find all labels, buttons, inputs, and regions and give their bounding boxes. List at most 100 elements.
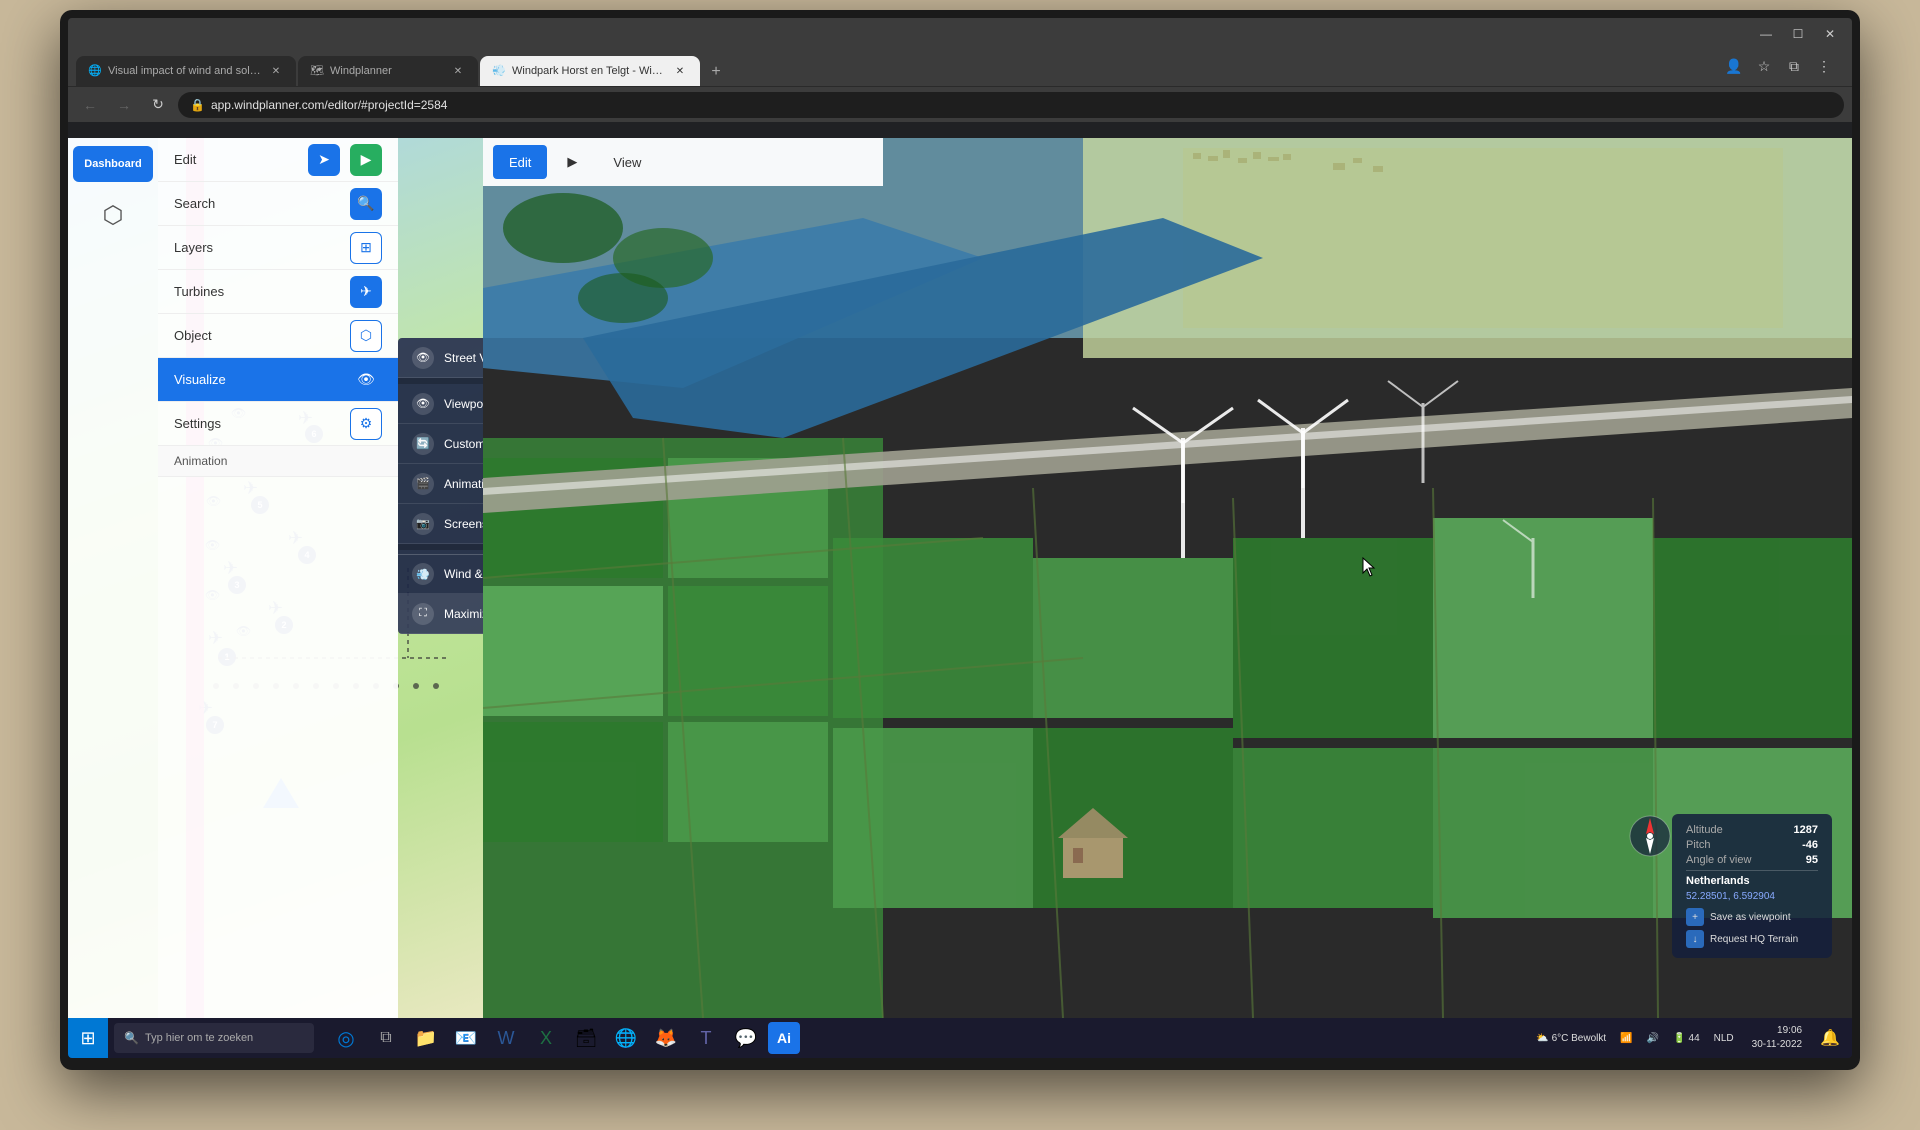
submenu-street-view[interactable]: 👁 Street View tool xyxy=(398,338,483,378)
submenu-screenshots[interactable]: 📷 Screenshots xyxy=(398,504,483,544)
new-tab-button[interactable]: + xyxy=(702,58,730,86)
menu-label-edit: Edit xyxy=(174,152,196,167)
menu-item-layers[interactable]: Layers ⊞ xyxy=(158,226,398,270)
taskbar-app-taskview[interactable]: ⧉ xyxy=(368,1020,404,1056)
browser-titlebar: 👤 ☆ ⧉ ⋮ — ☐ ✕ xyxy=(68,18,1852,50)
screenshots-icon: 📷 xyxy=(412,513,434,535)
object-icon-btn[interactable]: ⬡ xyxy=(350,320,382,352)
menu-item-edit[interactable]: Edit ➤ ▶ xyxy=(158,138,398,182)
street-view-label: Street View tool xyxy=(444,351,483,365)
browser-tab-1[interactable]: 🌐 Visual impact of wind and solar... ✕ xyxy=(76,56,296,86)
split-view-icon[interactable]: ⧉ xyxy=(1782,54,1806,78)
submenu-wind-time[interactable]: 💨 Wind & Time xyxy=(398,554,483,594)
tool-menu: Edit ➤ ▶ Search 🔍 Layers ⊞ Turbines ✈ xyxy=(158,138,398,1018)
aerial-view[interactable] xyxy=(483,138,1852,1018)
taskbar-app-mail[interactable]: 📧 xyxy=(448,1020,484,1056)
save-viewpoint-btn[interactable]: + Save as viewpoint xyxy=(1686,908,1818,926)
3d-view-icon[interactable]: ⬡ xyxy=(88,190,138,240)
menu-item-settings[interactable]: Settings ⚙ xyxy=(158,402,398,446)
view-3d-panel: Edit ▶ View Altitude 1287 xyxy=(483,138,1852,1018)
wind-time-icon: 💨 xyxy=(412,563,434,585)
language-text: NLD xyxy=(1714,1033,1734,1044)
reload-button[interactable]: ↻ xyxy=(144,91,172,119)
tray-notifications[interactable]: 🔔 xyxy=(1816,1026,1844,1050)
angle-of-view-label: Angle of view xyxy=(1686,854,1751,866)
taskbar-app-chrome[interactable]: 🌐 xyxy=(608,1020,644,1056)
taskbar-app-excel[interactable]: X xyxy=(528,1020,564,1056)
tray-battery[interactable]: 🔋 44 xyxy=(1669,1031,1704,1046)
edit-icon-btn[interactable]: ➤ xyxy=(308,144,340,176)
taskbar-app-ai[interactable]: Ai xyxy=(768,1022,800,1054)
menu-item-visualize[interactable]: Visualize 👁 xyxy=(158,358,398,402)
coordinates-display: 52.28501, 6.592904 xyxy=(1686,891,1818,902)
taskbar-app-cortana[interactable]: ◎ xyxy=(328,1020,364,1056)
menu-item-animation[interactable]: Animation xyxy=(158,446,398,477)
menu-icon[interactable]: ⋮ xyxy=(1812,54,1836,78)
taskbar-app-explorer[interactable]: 📁 xyxy=(408,1020,444,1056)
view-tab-edit[interactable]: Edit xyxy=(493,145,547,179)
view-tab-play[interactable]: ▶ xyxy=(551,145,593,179)
address-text: app.windplanner.com/editor/#projectId=25… xyxy=(211,98,448,112)
maximize-button[interactable]: ☐ xyxy=(1784,24,1812,44)
window-controls: — ☐ ✕ xyxy=(1752,24,1844,44)
tab-favicon-1: 🌐 xyxy=(88,64,102,78)
taskbar-app-word[interactable]: W xyxy=(488,1020,524,1056)
edit-tab-label: Edit xyxy=(509,155,531,170)
request-hq-btn[interactable]: ↓ Request HQ Terrain xyxy=(1686,930,1818,948)
menu-item-object[interactable]: Object ⬡ xyxy=(158,314,398,358)
menu-item-search[interactable]: Search 🔍 xyxy=(158,182,398,226)
visualize-icon-btn[interactable]: 👁 xyxy=(350,364,382,396)
compass[interactable] xyxy=(1628,814,1672,858)
tray-weather[interactable]: ⛅ 6°C Bewolkt xyxy=(1532,1031,1610,1046)
taskbar-app-chat[interactable]: 💬 xyxy=(728,1020,764,1056)
bookmark-icon[interactable]: ☆ xyxy=(1752,54,1776,78)
submenu-custom-panos[interactable]: 🔄 Custom panos xyxy=(398,424,483,464)
taskbar-apps: ◎ ⧉ 📁 📧 W X 🗃 🌐 🦊 T 💬 Ai xyxy=(320,1020,808,1056)
view-tab-view[interactable]: View xyxy=(597,145,657,179)
taskbar-app-teams[interactable]: T xyxy=(688,1020,724,1056)
dashboard-button[interactable]: Dashboard xyxy=(73,146,153,182)
wind-time-label: Wind & Time xyxy=(444,567,483,581)
taskbar-app-files[interactable]: 🗃 xyxy=(568,1020,604,1056)
back-button[interactable]: ← xyxy=(76,91,104,119)
submenu-maximize[interactable]: ⛶ Maximize xyxy=(398,594,483,634)
taskbar-app-firefox[interactable]: 🦊 xyxy=(648,1020,684,1056)
address-bar[interactable]: 🔒 app.windplanner.com/editor/#projectId=… xyxy=(178,92,1844,118)
menu-label-search: Search xyxy=(174,196,215,211)
taskbar: ⊞ 🔍 Typ hier om te zoeken ◎ ⧉ 📁 📧 W X 🗃 … xyxy=(68,1018,1852,1058)
pitch-value: -46 xyxy=(1802,839,1818,851)
tab-close-2[interactable]: ✕ xyxy=(450,63,466,79)
settings-icon-btn[interactable]: ⚙ xyxy=(350,408,382,440)
profile-icon[interactable]: 👤 xyxy=(1722,54,1746,78)
forward-button[interactable]: → xyxy=(110,91,138,119)
tray-network[interactable]: 📶 xyxy=(1616,1031,1636,1046)
turbines-icon-btn[interactable]: ✈ xyxy=(350,276,382,308)
windows-logo: ⊞ xyxy=(80,1028,95,1049)
menu-label-settings: Settings xyxy=(174,416,221,431)
taskbar-clock[interactable]: 19:06 30-11-2022 xyxy=(1744,1024,1810,1052)
tray-language[interactable]: NLD xyxy=(1710,1031,1738,1046)
play-tab-label: ▶ xyxy=(567,154,577,170)
minimize-button[interactable]: — xyxy=(1752,24,1780,44)
layers-icon-btn[interactable]: ⊞ xyxy=(350,232,382,264)
view-tab-label: View xyxy=(613,155,641,170)
close-button[interactable]: ✕ xyxy=(1816,24,1844,44)
search-icon-btn[interactable]: 🔍 xyxy=(350,188,382,220)
taskbar-search-box[interactable]: 🔍 Typ hier om te zoeken xyxy=(114,1023,314,1053)
start-button[interactable]: ⊞ xyxy=(68,1018,108,1058)
tab-close-1[interactable]: ✕ xyxy=(268,63,284,79)
info-panel: Altitude 1287 Pitch -46 Angle of view 95… xyxy=(1672,814,1832,958)
tab-close-3[interactable]: ✕ xyxy=(672,63,688,79)
screenshots-label: Screenshots xyxy=(444,517,483,531)
submenu-animation[interactable]: 🎬 Animation xyxy=(398,464,483,504)
angle-of-view-value: 95 xyxy=(1806,854,1818,866)
play-icon-btn[interactable]: ▶ xyxy=(350,144,382,176)
browser-tab-3[interactable]: 💨 Windpark Horst en Telgt - Wind... ✕ xyxy=(480,56,700,86)
screen: 👤 ☆ ⧉ ⋮ — ☐ ✕ 🌐 Visual impact of wind an… xyxy=(68,18,1852,1058)
browser-tab-2[interactable]: 🗺 Windplanner ✕ xyxy=(298,56,478,86)
submenu-viewpoint-list[interactable]: 👁 Viewpoint list xyxy=(398,384,483,424)
tray-volume[interactable]: 🔊 xyxy=(1643,1031,1663,1046)
viewpoint-list-label: Viewpoint list xyxy=(444,397,483,411)
visualize-submenu: 👁 Street View tool 👁 Viewpoint list 🔄 Cu… xyxy=(398,338,483,634)
menu-item-turbines[interactable]: Turbines ✈ xyxy=(158,270,398,314)
